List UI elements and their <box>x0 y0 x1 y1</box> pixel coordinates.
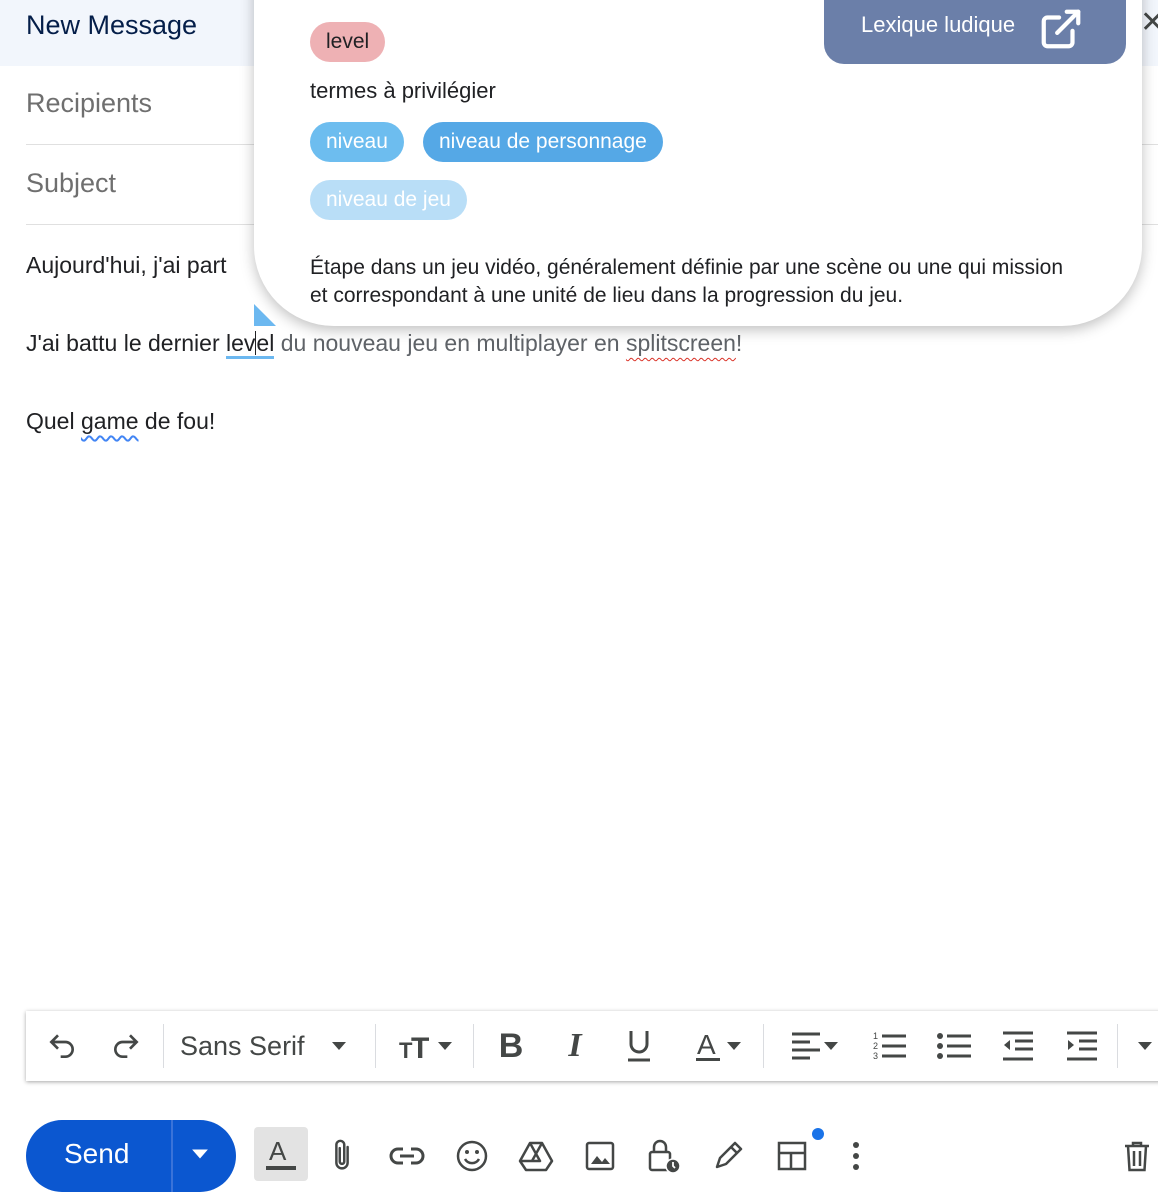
body-text: de fou! <box>138 408 216 434</box>
more-formatting-caret-icon[interactable] <box>1130 1011 1158 1081</box>
suggestion-chip-niveau[interactable]: niveau <box>310 122 404 162</box>
undo-icon[interactable] <box>40 1011 84 1081</box>
svg-text:T: T <box>411 1032 429 1061</box>
svg-text:A: A <box>697 1029 716 1060</box>
lexicon-popup: level termes à privilégier niveau niveau… <box>254 0 1142 326</box>
send-divider <box>171 1120 173 1192</box>
toolbar-divider <box>1117 1024 1118 1068</box>
term-chip: level <box>310 22 386 62</box>
toolbar-divider <box>375 1024 376 1068</box>
formatting-options-icon[interactable]: A <box>254 1127 308 1181</box>
bulleted-list-icon[interactable] <box>932 1011 976 1081</box>
svg-text:3: 3 <box>873 1051 878 1061</box>
underline-icon[interactable] <box>617 1011 661 1081</box>
formatting-toolbar: Sans Serif TT B I A 123 <box>26 1011 1158 1081</box>
highlighted-term[interactable]: level <box>226 330 275 359</box>
delete-draft-icon[interactable] <box>1116 1130 1158 1182</box>
indent-less-icon[interactable] <box>996 1011 1040 1081</box>
link-icon[interactable] <box>381 1130 433 1182</box>
font-name: Sans Serif <box>180 1030 305 1061</box>
text-size-icon[interactable]: TT <box>390 1011 460 1081</box>
suggestion-chip-niveau-de-jeu[interactable]: niveau de jeu <box>310 180 467 220</box>
caret-down-icon <box>438 1042 452 1050</box>
external-link-icon <box>1041 9 1081 49</box>
align-icon[interactable] <box>778 1011 850 1081</box>
send-options-caret-icon[interactable] <box>191 1148 209 1160</box>
attach-icon[interactable] <box>316 1130 368 1182</box>
signature-pen-icon[interactable] <box>702 1130 754 1182</box>
spellcheck-word[interactable]: splitscreen <box>626 330 736 356</box>
numbered-list-icon[interactable]: 123 <box>868 1011 912 1081</box>
subject-placeholder: Subject <box>26 168 117 198</box>
suggestion-chip-niveau-de-personnage[interactable]: niveau de personnage <box>423 122 663 162</box>
svg-text:A: A <box>269 1136 287 1166</box>
layouts-icon[interactable] <box>766 1130 818 1182</box>
preferred-terms-label: termes à privilégier <box>310 78 496 103</box>
caret-down-icon <box>824 1042 838 1050</box>
font-select[interactable]: Sans Serif <box>180 1011 370 1081</box>
caret-down-icon <box>331 1042 346 1050</box>
body-text: Quel <box>26 408 81 434</box>
indent-more-icon[interactable] <box>1060 1011 1104 1081</box>
text-color-icon[interactable]: A <box>681 1011 753 1081</box>
caret-down-icon <box>727 1042 741 1050</box>
term-part-b: el <box>256 330 275 356</box>
term-part-a: lev <box>226 330 256 356</box>
body-line-1[interactable]: Aujourd'hui, j'ai part <box>26 252 227 279</box>
lexique-ludique-button[interactable]: Lexique ludique <box>824 0 1126 64</box>
toolbar-divider <box>163 1024 164 1068</box>
recipients-placeholder: Recipients <box>26 88 153 118</box>
body-text: J'ai battu le dernier <box>26 330 227 356</box>
more-options-icon[interactable] <box>830 1130 882 1182</box>
redo-icon[interactable] <box>104 1011 148 1081</box>
send-label: Send <box>64 1138 130 1169</box>
insert-photo-icon[interactable] <box>574 1130 626 1182</box>
send-button[interactable]: Send <box>26 1120 236 1192</box>
popup-pointer <box>254 304 276 326</box>
toolbar-divider <box>763 1024 764 1068</box>
body-line-3[interactable]: Quel game de fou! <box>26 408 215 435</box>
term-definition: Étape dans un jeu vidéo, généralement dé… <box>310 256 1064 307</box>
body-text-muted: du nouveau jeu en multiplayer en <box>274 330 626 356</box>
confidential-mode-icon[interactable] <box>638 1130 690 1182</box>
bold-icon[interactable]: B <box>489 1011 533 1081</box>
lexique-button-label: Lexique ludique <box>861 12 1016 37</box>
drive-icon[interactable] <box>510 1130 562 1182</box>
emoji-icon[interactable] <box>446 1130 498 1182</box>
close-icon[interactable]: ✕ <box>1140 8 1158 38</box>
body-text-end: ! <box>735 330 743 356</box>
svg-text:2: 2 <box>873 1041 878 1051</box>
italic-icon[interactable]: I <box>553 1011 597 1081</box>
toolbar-divider <box>473 1024 474 1068</box>
body-line-2[interactable]: J'ai battu le dernier level du nouveau j… <box>26 330 743 359</box>
window-title: New Message <box>26 10 198 40</box>
svg-text:1: 1 <box>873 1031 878 1041</box>
new-feature-dot <box>812 1128 824 1140</box>
grammar-word[interactable]: game <box>81 408 139 434</box>
